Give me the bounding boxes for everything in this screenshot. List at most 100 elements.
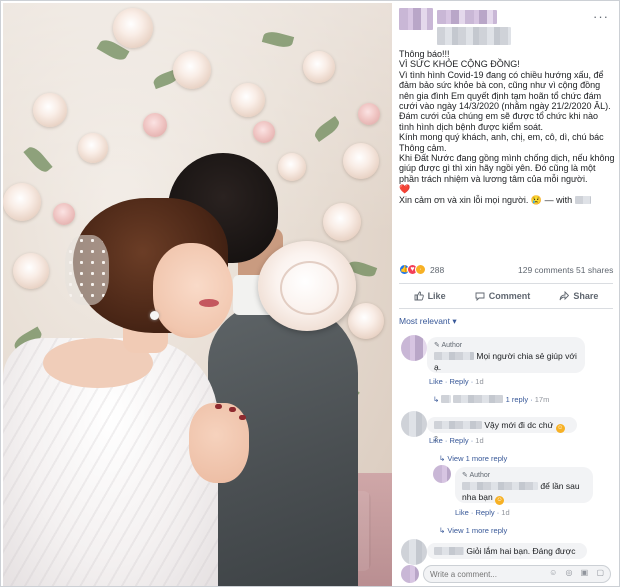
- rose: [53, 203, 75, 225]
- commenter-name[interactable]: [434, 547, 464, 555]
- comment-button[interactable]: Comment: [475, 291, 531, 301]
- tagged-person[interactable]: [574, 195, 591, 204]
- laughing-emoji-icon: ☺: [495, 496, 505, 505]
- like-button[interactable]: Like: [414, 291, 446, 301]
- rose: [113, 8, 153, 48]
- rose: [3, 183, 41, 221]
- like-label: Like: [427, 291, 446, 301]
- share-button[interactable]: Share: [559, 291, 598, 301]
- comment-text: Vậy mới đi dc chứ: [484, 420, 554, 430]
- comment-actions: Like · Reply · 1d: [455, 508, 510, 517]
- replier-avatar: [441, 395, 452, 403]
- rose: [253, 121, 275, 143]
- comment-bubble: ✎ Author để lần sau nha bạn ☺: [455, 467, 593, 505]
- post-line: VÌ SỨC KHỎE CỘNG ĐỒNG!: [399, 59, 520, 70]
- post-line: Thông báo!!!: [399, 49, 450, 59]
- rose: [13, 253, 49, 289]
- thumbs-up-icon: [414, 291, 424, 301]
- rose: [78, 133, 108, 163]
- comment-bubble: ✎ Author Mọi người chia sẻ giúp với ạ.: [427, 337, 585, 373]
- nail: [215, 404, 222, 409]
- sort-label: Most relevant: [399, 316, 451, 326]
- hair-accessory: [65, 235, 109, 305]
- post-meta: [437, 27, 511, 45]
- rose: [343, 143, 379, 179]
- commenter-avatar[interactable]: [401, 335, 427, 361]
- share-count[interactable]: 51 shares: [576, 265, 613, 275]
- comment-count[interactable]: 129 comments: [518, 265, 574, 275]
- screenshot-frame: ··· Thông báo!!! VÌ SỨC KHỎE CỘNG ĐỒNG! …: [0, 0, 620, 587]
- reaction-count[interactable]: 288: [430, 265, 444, 275]
- post-line: Vì tình hình Covid-19 đang có chiều hướn…: [399, 69, 611, 132]
- haha-reaction-icon: ☺: [555, 424, 565, 433]
- commenter-avatar[interactable]: [401, 539, 427, 565]
- more-options-icon[interactable]: ···: [593, 9, 613, 24]
- sad-reaction-icon: ·: [415, 264, 426, 275]
- view-more-replies[interactable]: ↳ View 1 more reply: [439, 454, 507, 463]
- author-badge: ✎ Author: [462, 472, 491, 479]
- composer-attachment-icons[interactable]: ☺ ◎ ▣ ▢: [549, 568, 607, 577]
- rose: [173, 51, 211, 89]
- rose: [303, 51, 335, 83]
- nail: [239, 415, 246, 420]
- share-icon: [559, 291, 570, 301]
- comment-reply-link[interactable]: Reply: [449, 436, 468, 445]
- rose: [348, 303, 384, 339]
- comment-reply-link[interactable]: Reply: [475, 508, 494, 517]
- comment-time[interactable]: 1d: [501, 508, 509, 517]
- earring: [150, 311, 159, 320]
- poster-name[interactable]: [437, 10, 497, 24]
- nail: [229, 407, 236, 412]
- comment-like-link[interactable]: Like: [455, 508, 469, 517]
- replier-name: [453, 395, 504, 403]
- boutonniere-flower: [258, 241, 356, 331]
- wedding-photo[interactable]: [3, 3, 392, 586]
- comment-actions: Like · Reply · 1d: [429, 436, 484, 445]
- view-more-replies[interactable]: ↳ View 1 more reply: [439, 526, 507, 535]
- post-line: Kính mong quý khách, anh, chị, em, cô, d…: [399, 132, 604, 153]
- comment-actions: Like · Reply · 1d: [429, 377, 484, 386]
- rose: [231, 83, 265, 117]
- bride-face: [153, 243, 233, 338]
- comment-icon: [475, 292, 485, 301]
- heart-icon: ❤️: [399, 184, 411, 195]
- bride-lips: [199, 299, 219, 307]
- rose: [33, 93, 67, 127]
- post-body: Thông báo!!! VÌ SỨC KHỎE CỘNG ĐỒNG! Vì t…: [399, 49, 615, 205]
- with-label: — with: [544, 194, 573, 205]
- rose: [278, 153, 306, 181]
- comment-label: Comment: [488, 291, 531, 301]
- comment-reply-link[interactable]: Reply: [449, 377, 468, 386]
- comment-like-link[interactable]: Like: [429, 377, 443, 386]
- share-label: Share: [573, 291, 599, 301]
- commenter-name[interactable]: [434, 352, 474, 360]
- post-line: Khi Đất Nước đang gồng mình chống dịch, …: [399, 153, 615, 184]
- commenter-name[interactable]: [462, 482, 538, 490]
- comment-like-link[interactable]: Like: [429, 436, 443, 445]
- commenter-name[interactable]: [434, 421, 482, 429]
- rose: [323, 203, 361, 241]
- comment-bubble: Giỏi lắm hai bạn. Đáng được: [427, 543, 587, 559]
- post-closing: Xin cảm ơn và xin lỗi mọi người.: [399, 194, 529, 205]
- author-badge: ✎ Author: [434, 342, 463, 349]
- reaction-summary[interactable]: 👍 ♥ · 288 129 comments 51 shares: [399, 264, 615, 278]
- reply-arrow-icon: ↳: [433, 395, 440, 404]
- rose: [358, 103, 380, 125]
- commenter-avatar[interactable]: [401, 411, 427, 437]
- reply-arrow-icon: ↳: [439, 526, 446, 535]
- reply-summary[interactable]: ↳ 1 reply · 17m: [433, 395, 549, 404]
- poster-avatar[interactable]: [399, 8, 433, 30]
- chevron-down-icon: ▾: [452, 316, 457, 326]
- comment-bubble: Vậy mới đi dc chứ ☺ 2: [427, 417, 577, 443]
- author-reply-avatar[interactable]: [433, 465, 451, 483]
- post-panel: ··· Thông báo!!! VÌ SỨC KHỎE CỘNG ĐỒNG! …: [393, 3, 619, 586]
- viewer-avatar: [401, 565, 419, 583]
- post-action-bar: Like Comment Share: [399, 283, 613, 309]
- reply-arrow-icon: ↳: [439, 454, 446, 463]
- comment-composer: ☺ ◎ ▣ ▢: [399, 563, 613, 585]
- comment-time[interactable]: 1d: [475, 436, 483, 445]
- comment-time[interactable]: 1d: [475, 377, 483, 386]
- crying-emoji-icon: 😢: [530, 194, 543, 205]
- rose: [143, 113, 167, 137]
- comment-sort-dropdown[interactable]: Most relevant ▾: [399, 316, 457, 327]
